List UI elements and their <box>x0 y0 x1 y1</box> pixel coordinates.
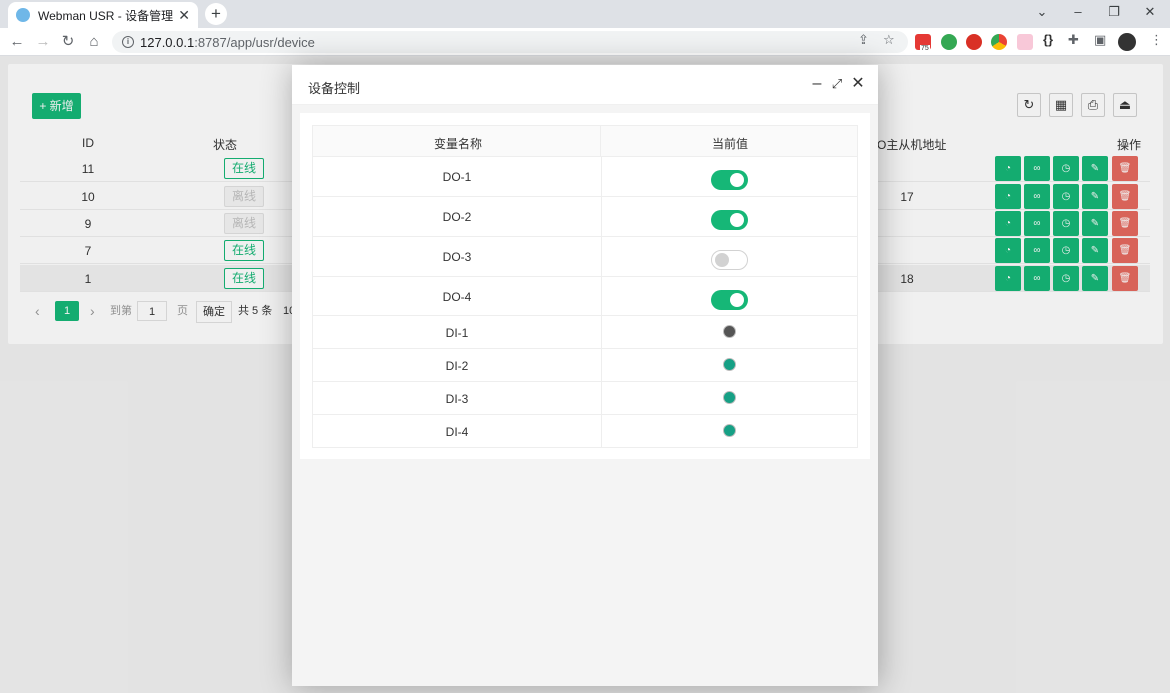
share-icon[interactable]: ⇪ <box>858 32 869 48</box>
output-toggle[interactable] <box>711 290 748 310</box>
json-extension-icon[interactable]: {} <box>1043 32 1053 47</box>
menu-icon[interactable]: ⋮ <box>1150 32 1163 48</box>
site-info-icon[interactable]: i <box>122 36 134 48</box>
puzzle-icon[interactable]: ✚ <box>1068 32 1079 48</box>
variable-name: DI-4 <box>445 425 469 439</box>
column-divider <box>601 382 602 414</box>
minimize-icon[interactable]: – <box>1068 4 1088 19</box>
address-bar[interactable]: i 127.0.0.1:8787/app/usr/device <box>112 31 908 53</box>
restore-icon[interactable]: ❐ <box>1104 4 1124 20</box>
variable-row: DO-1 <box>312 157 858 197</box>
adblock-icon[interactable] <box>966 34 982 50</box>
pig-extension-icon[interactable] <box>1017 34 1033 50</box>
input-status-dot <box>723 325 736 338</box>
column-divider <box>601 157 602 196</box>
toggle-knob <box>730 213 744 227</box>
input-status-dot <box>723 391 736 404</box>
column-divider <box>601 197 602 236</box>
minimize-icon[interactable]: – <box>808 74 826 94</box>
reload-icon[interactable]: ↻ <box>58 32 78 52</box>
shield-extension-icon[interactable] <box>941 34 957 50</box>
maximize-icon[interactable]: ⤢ <box>828 74 846 94</box>
globe-icon <box>16 8 30 22</box>
tab-close-icon[interactable]: ✕ <box>178 7 190 24</box>
variable-row: DO-4 <box>312 277 858 316</box>
dialog-title: 设备控制 <box>308 81 361 96</box>
browser-tab-strip: Webman USR - 设备管理 ✕ + ⌄ – ❐ ✕ <box>0 0 1170 28</box>
tab-title: Webman USR - 设备管理 <box>38 8 174 23</box>
back-icon[interactable]: ← <box>7 32 27 52</box>
column-divider <box>601 277 602 315</box>
extension-badge: 75 <box>920 45 930 52</box>
output-toggle[interactable] <box>711 250 748 270</box>
header-current-value: 当前值 <box>712 137 749 151</box>
browser-toolbar: ← → ↻ ⌂ i 127.0.0.1:8787/app/usr/device … <box>0 28 1170 56</box>
variable-row: DI-3 <box>312 382 858 415</box>
toggle-knob <box>730 293 744 307</box>
new-tab-button[interactable]: + <box>205 3 227 25</box>
variable-table-header: 变量名称 当前值 <box>312 125 858 157</box>
input-status-dot <box>723 358 736 371</box>
variable-name: DO-2 <box>442 210 472 224</box>
variable-name: DI-1 <box>445 326 469 340</box>
window-close-icon[interactable]: ✕ <box>1140 4 1160 20</box>
variable-name: DO-1 <box>442 170 472 184</box>
variable-row: DO-2 <box>312 197 858 237</box>
toggle-knob <box>730 173 744 187</box>
avatar[interactable] <box>1118 33 1136 51</box>
column-divider <box>601 316 602 348</box>
variable-name: DI-2 <box>445 359 469 373</box>
url-text: 127.0.0.1:8787/app/usr/device <box>140 35 315 50</box>
output-toggle[interactable] <box>711 210 748 230</box>
header-divider <box>600 126 601 156</box>
sidepanel-icon[interactable]: ▣ <box>1094 32 1106 48</box>
variable-name: DI-3 <box>445 392 469 406</box>
header-variable-name: 变量名称 <box>434 137 483 151</box>
variable-name: DO-3 <box>442 250 472 264</box>
toggle-knob <box>715 253 729 267</box>
browser-tab[interactable]: Webman USR - 设备管理 ✕ <box>8 2 198 28</box>
url-host: 127.0.0.1 <box>140 34 195 50</box>
input-status-dot <box>723 424 736 437</box>
output-toggle[interactable] <box>711 170 748 190</box>
column-divider <box>601 349 602 381</box>
variable-row: DI-1 <box>312 316 858 349</box>
chrome-extension-icon[interactable] <box>991 34 1007 50</box>
variable-row: DI-2 <box>312 349 858 382</box>
device-control-dialog: 设备控制 – ⤢ ✕ 变量名称 当前值 DO-1 DO-2 DO-3 DO-4 <box>292 65 878 686</box>
column-divider <box>601 237 602 276</box>
variable-row: DO-3 <box>312 237 858 277</box>
tab-search-icon[interactable]: ⌄ <box>1032 4 1052 20</box>
variable-name: DO-4 <box>442 290 472 304</box>
url-path: :8787/app/usr/device <box>194 34 315 50</box>
variable-row: DI-4 <box>312 415 858 448</box>
column-divider <box>601 415 602 447</box>
dialog-body: 变量名称 当前值 DO-1 DO-2 DO-3 DO-4 DI-1 DI-2 D… <box>300 113 870 459</box>
dialog-header: 设备控制 – ⤢ ✕ <box>292 65 878 105</box>
close-icon[interactable]: ✕ <box>849 74 867 94</box>
bookmark-star-icon[interactable]: ☆ <box>883 32 895 48</box>
forward-icon[interactable]: → <box>33 32 53 52</box>
home-icon[interactable]: ⌂ <box>84 32 104 52</box>
